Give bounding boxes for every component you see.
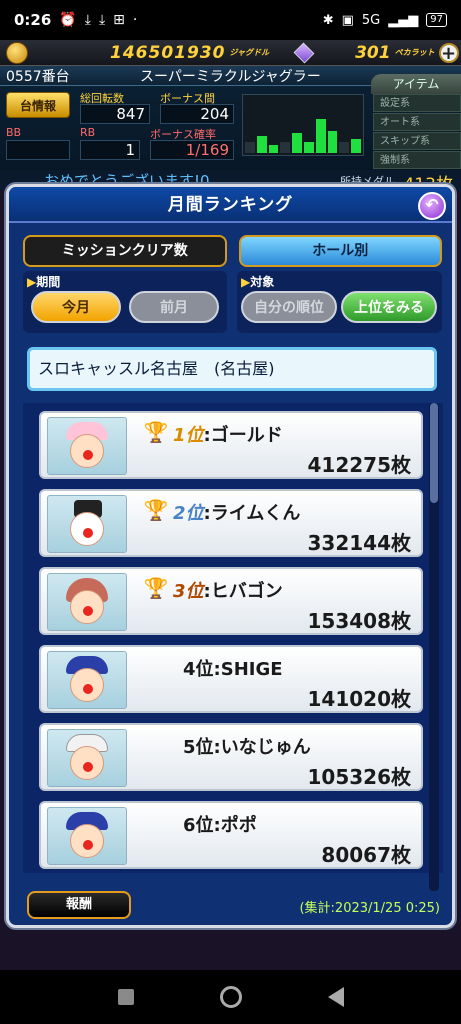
signal-icon: ▂▄▆ [388, 12, 419, 28]
rank-label: 5位:いなじゅん [183, 737, 311, 758]
scrollbar-thumb[interactable] [430, 403, 438, 503]
silver-trophy-icon: 🏆 [143, 498, 169, 522]
machine-info-button[interactable]: 台情報 [6, 92, 70, 118]
rank-label: 4位:SHIGE [183, 659, 283, 680]
ranking-list[interactable]: 🏆 1位:ゴールド 412275枚 🏆 2位:ライムくん 332144枚 🏆 3… [23, 403, 443, 873]
status-bar: 0:26 ⏰ ⤓ ⤓ ⊞ · ✱ ▣ 5G ▂▄▆ 97 [0, 0, 461, 40]
gem-unit: ペカラット [394, 48, 435, 57]
player-score: 105326枚 [307, 765, 412, 789]
target-my-rank-button[interactable]: 自分の順位 [241, 291, 337, 323]
machine-name: スーパーミラクルジャグラー [140, 68, 321, 85]
rank-label: 6位:ポポ [183, 815, 257, 836]
aggregation-time: (集計:2023/1/25 0:25) [299, 901, 440, 916]
period-this-month-button[interactable]: 今月 [31, 291, 121, 323]
ranking-row-4[interactable]: 4位:SHIGE 141020枚 [39, 645, 423, 713]
coin-unit: ジャグドル [229, 48, 270, 57]
gem-icon [293, 42, 315, 63]
bluetooth-icon: ✱ [322, 12, 334, 28]
hall-name[interactable]: スロキャッスル名古屋 (名古屋) [27, 347, 437, 391]
avatar [47, 729, 127, 787]
slump-graph [242, 94, 364, 156]
alarm-icon: ⏰ [59, 12, 77, 28]
avatar [47, 573, 127, 631]
target-filter: ▶対象 自分の順位 上位をみる [237, 271, 442, 333]
dialog-footer: 報酬 (集計:2023/1/25 0:25) [9, 881, 452, 925]
triangle-icon: ▶ [27, 275, 37, 289]
battery-icon: 97 [426, 13, 447, 27]
ranking-row-1[interactable]: 🏆 1位:ゴールド 412275枚 [39, 411, 423, 479]
item-tab[interactable]: アイテム [371, 74, 461, 94]
player-name: :ライムくん [203, 503, 301, 524]
download-icon-2: ⤓ [98, 12, 106, 28]
avatar [47, 417, 127, 475]
ranking-row-2[interactable]: 🏆 2位:ライムくん 332144枚 [39, 489, 423, 557]
total-spins-value: 847 [80, 104, 150, 124]
player-name: :ポポ [213, 815, 257, 836]
rank-label: 2位:ライムくん [173, 503, 301, 524]
rb-value: 1 [80, 140, 140, 160]
nav-bar [0, 970, 461, 1024]
download-icon: ⤓ [84, 12, 91, 28]
ranking-row-6[interactable]: 6位:ポポ 80067枚 [39, 801, 423, 869]
period-label: 期間 [36, 275, 61, 289]
player-name: :SHIGE [213, 659, 283, 680]
ranking-row-3[interactable]: 🏆 3位:ヒバゴン 153408枚 [39, 567, 423, 635]
target-top-button[interactable]: 上位をみる [341, 291, 437, 323]
rank-label: 1位:ゴールド [173, 425, 283, 446]
item-force[interactable]: 強制系 [373, 151, 461, 169]
tab-mission-clear[interactable]: ミッションクリア数 [23, 235, 227, 267]
bb-label: BB [6, 126, 22, 139]
player-name: :ゴールド [203, 425, 283, 446]
more-dots-icon: · [132, 12, 138, 28]
bonus-prob-value: 1/169 [150, 140, 234, 160]
add-box-icon: ⊞ [113, 12, 125, 28]
item-settings[interactable]: 設定系 [373, 94, 461, 112]
bb-value [6, 140, 70, 160]
bonus-gap-value: 204 [160, 104, 234, 124]
ranking-dialog: 月間ランキング ↶ ミッションクリア数 ホール別 ▶期間 今月 前月 ▶対象 自… [6, 184, 455, 928]
player-score: 412275枚 [307, 453, 412, 477]
player-score: 153408枚 [307, 609, 412, 633]
item-list: 設定系 オート系 スキップ系 強制系 [373, 94, 461, 170]
item-auto[interactable]: オート系 [373, 113, 461, 131]
target-label: 対象 [250, 275, 275, 289]
coin-count: 146501930 [110, 42, 226, 63]
back-button[interactable]: ↶ [418, 192, 446, 220]
player-name: :ヒバゴン [203, 581, 283, 602]
add-gems-button[interactable]: + [438, 42, 459, 63]
period-filter: ▶期間 今月 前月 [23, 271, 227, 333]
player-score: 80067枚 [321, 843, 411, 867]
status-time: 0:26 [14, 11, 52, 29]
triangle-icon: ▶ [241, 275, 251, 289]
period-last-month-button[interactable]: 前月 [129, 291, 219, 323]
coin-icon [6, 41, 28, 64]
network-type: 5G [361, 12, 381, 28]
rb-label: RB [80, 126, 96, 139]
volte-icon: ▣ [341, 12, 354, 28]
gem-count: 301 [355, 42, 391, 63]
avatar [47, 651, 127, 709]
dialog-title: 月間ランキング [9, 187, 452, 223]
gold-trophy-icon: 🏆 [143, 420, 169, 444]
tab-by-hall[interactable]: ホール別 [238, 235, 442, 267]
item-skip[interactable]: スキップ系 [373, 132, 461, 150]
reward-button[interactable]: 報酬 [27, 891, 131, 919]
ranking-tabs: ミッションクリア数 ホール別 [23, 235, 442, 267]
avatar [47, 807, 127, 865]
ranking-scrollbar[interactable] [429, 403, 439, 891]
ranking-row-5[interactable]: 5位:いなじゅん 105326枚 [39, 723, 423, 791]
rank-label: 3位:ヒバゴン [173, 581, 283, 602]
machine-number: 0557番台 [6, 68, 70, 85]
player-score: 141020枚 [307, 687, 412, 711]
back-icon[interactable] [327, 987, 344, 1007]
return-arrow-icon: ↶ [425, 195, 439, 214]
avatar [47, 495, 127, 553]
player-score: 332144枚 [307, 531, 412, 555]
recents-icon[interactable] [117, 989, 134, 1005]
bronze-trophy-icon: 🏆 [143, 576, 169, 600]
home-icon[interactable] [219, 986, 242, 1008]
player-name: :いなじゅん [213, 737, 311, 758]
currency-bar: 146501930 ジャグドル 301 ペカラット + [0, 40, 461, 66]
